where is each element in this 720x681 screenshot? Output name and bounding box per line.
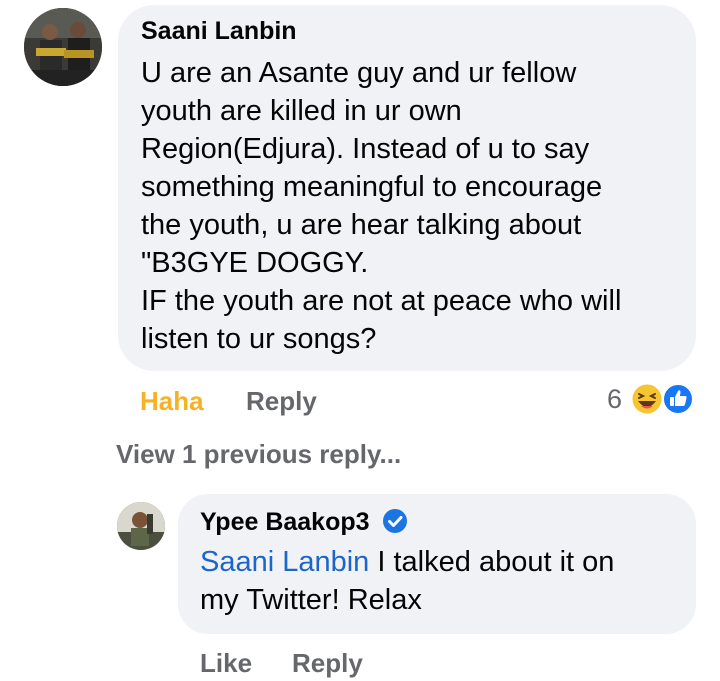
- reply-author-name[interactable]: Ypee Baakop3: [200, 508, 370, 536]
- view-previous-replies-link[interactable]: View 1 previous reply...: [116, 439, 401, 470]
- comment-text-line: U are an Asante guy and ur fellow: [141, 57, 577, 89]
- comment-bubble: Saani Lanbin U are an Asante guy and ur …: [118, 5, 696, 371]
- reply-text-line: my Twitter! Relax: [200, 584, 422, 616]
- reply-text-line: Saani Lanbin I talked about it on: [200, 546, 614, 579]
- reply-text-after-mention: I talked about it on: [369, 546, 615, 578]
- reply-bubble: Ypee Baakop3 Saani Lanbin I talked about…: [178, 494, 696, 634]
- comment-author-avatar[interactable]: [24, 8, 102, 86]
- comment-text-line: the youth, u are hear talking about: [141, 209, 582, 241]
- reply-reply-button[interactable]: Reply: [292, 648, 363, 679]
- haha-reaction-button[interactable]: Haha: [140, 386, 204, 417]
- comment-reply-button[interactable]: Reply: [246, 386, 317, 417]
- comment-text-line: "B3GYE DOGGY.: [141, 247, 369, 279]
- comment-text-line: Region(Edjura). Instead of u to say: [141, 133, 590, 165]
- reaction-summary[interactable]: 6: [604, 382, 696, 418]
- reply-like-button[interactable]: Like: [200, 648, 252, 679]
- verified-badge-icon: [382, 508, 408, 539]
- haha-emoji-icon: [630, 382, 664, 421]
- comment-author-name[interactable]: Saani Lanbin: [141, 17, 297, 46]
- mention-link[interactable]: Saani Lanbin: [200, 546, 369, 578]
- comment-text-line: IF the youth are not at peace who will: [141, 285, 622, 317]
- comment-text-line: something meaningful to encourage: [141, 171, 603, 203]
- like-icon: [662, 383, 694, 420]
- reply-author-avatar[interactable]: [117, 502, 165, 550]
- comment-text-line: listen to ur songs?: [141, 323, 377, 355]
- reaction-count: 6: [607, 384, 623, 414]
- comment-text-line: youth are killed in ur own: [141, 95, 462, 127]
